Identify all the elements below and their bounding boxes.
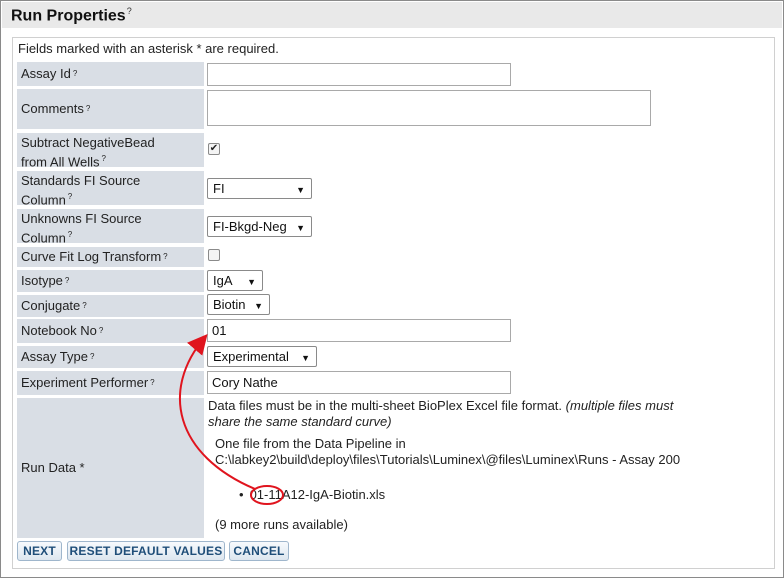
- notebook-no-input[interactable]: [207, 319, 511, 342]
- more-runs-note: (9 more runs available): [215, 517, 348, 532]
- experiment-performer-input[interactable]: [207, 371, 511, 394]
- curve-fit-log-transform-checkbox[interactable]: [208, 249, 220, 261]
- panel-title: Run Properties?: [11, 6, 132, 25]
- chevron-down-icon: ▼: [301, 353, 310, 363]
- label-notebook-no: Notebook No?: [17, 319, 204, 343]
- help-icon: ?: [82, 301, 87, 310]
- cancel-button[interactable]: CANCEL: [229, 541, 289, 561]
- label-subtract-negative-bead: Subtract NegativeBead from All Wells?: [17, 133, 204, 169]
- next-button[interactable]: NEXT: [17, 541, 62, 561]
- label-unknowns-fi-source: Unknowns FI Source Column?: [17, 209, 204, 245]
- assay-type-select[interactable]: Experimental ▼: [207, 346, 317, 367]
- help-icon: ?: [98, 326, 104, 335]
- run-data-info: Data files must be in the multi-sheet Bi…: [208, 398, 681, 467]
- chevron-down-icon: ▼: [247, 277, 256, 287]
- run-file-name: 01-11A12-IgA-Biotin.xls: [249, 487, 386, 502]
- chevron-down-icon: ▼: [296, 223, 305, 233]
- label-curve-fit-log-transform: Curve Fit Log Transform?: [17, 247, 204, 267]
- help-icon: ?: [85, 104, 91, 113]
- help-icon: ?: [150, 378, 155, 387]
- label-isotype: Isotype?: [17, 270, 204, 292]
- reset-default-values-button[interactable]: RESET DEFAULT VALUES: [67, 541, 225, 561]
- required-note: Fields marked with an asterisk * are req…: [18, 41, 279, 56]
- label-experiment-performer: Experiment Performer?: [17, 371, 204, 395]
- panel-header: Run Properties?: [2, 2, 782, 28]
- help-icon: ?: [101, 154, 106, 163]
- standards-fi-source-select[interactable]: FI ▼: [207, 178, 312, 199]
- help-icon: ?: [163, 252, 168, 261]
- label-standards-fi-source: Standards FI Source Column?: [17, 171, 204, 207]
- help-icon: ?: [72, 69, 78, 78]
- label-assay-type: Assay Type?: [17, 346, 204, 368]
- isotype-select[interactable]: IgA ▼: [207, 270, 263, 291]
- chevron-down-icon: ▼: [296, 185, 305, 195]
- label-assay-id: Assay Id?: [17, 62, 204, 86]
- assay-id-input[interactable]: [207, 63, 511, 86]
- help-icon: ?: [89, 352, 95, 361]
- conjugate-select[interactable]: Biotin ▼: [207, 294, 270, 315]
- help-icon[interactable]: ?: [127, 6, 132, 16]
- unknowns-fi-source-select[interactable]: FI-Bkgd-Neg ▼: [207, 216, 312, 237]
- help-icon: ?: [64, 276, 70, 285]
- comments-textarea[interactable]: [207, 90, 651, 126]
- bullet-icon: •: [239, 487, 244, 502]
- label-comments: Comments?: [17, 89, 204, 129]
- help-icon: ?: [67, 192, 73, 201]
- subtract-negative-bead-checkbox[interactable]: ✔: [208, 143, 220, 155]
- chevron-down-icon: ▼: [254, 301, 263, 311]
- label-conjugate: Conjugate?: [17, 295, 204, 317]
- run-file-item: • 01-11A12-IgA-Biotin.xls: [239, 487, 385, 502]
- help-icon: ?: [67, 230, 73, 239]
- label-run-data: Run Data *: [17, 398, 204, 538]
